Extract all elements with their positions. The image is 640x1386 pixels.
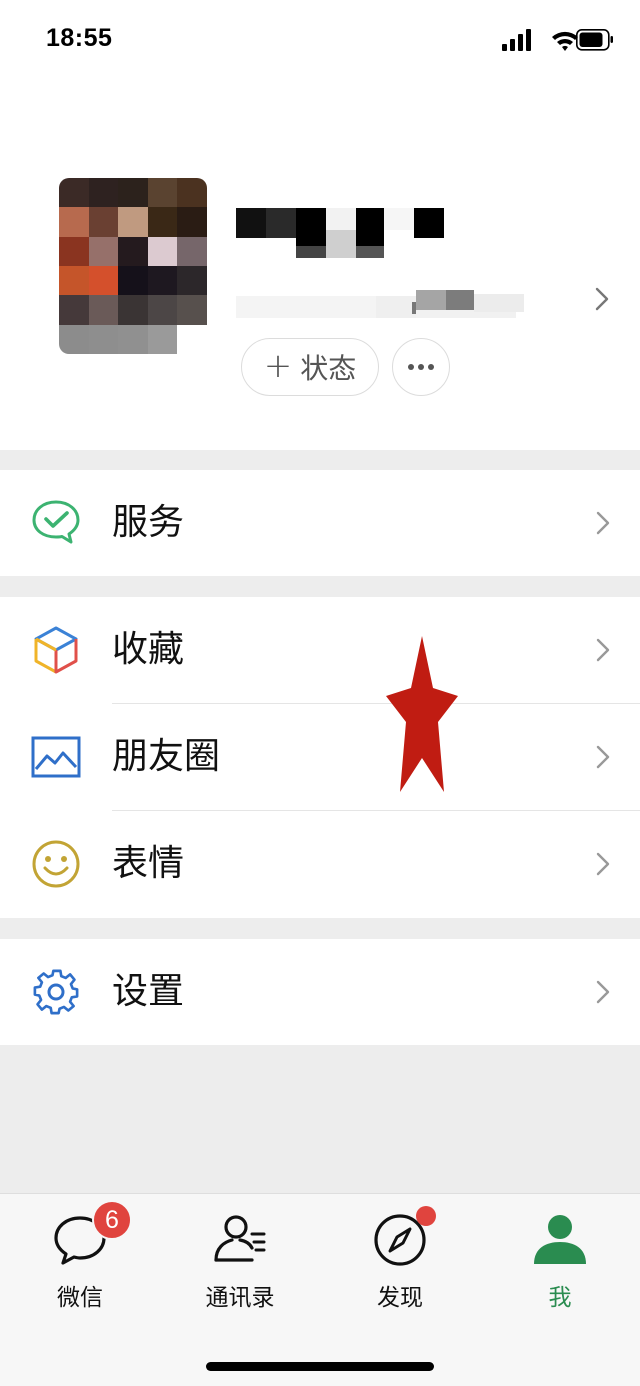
tab-discover[interactable]: 发现 xyxy=(350,1206,450,1312)
menu-item-settings[interactable]: 设置 xyxy=(0,939,640,1045)
avatar-pixel xyxy=(147,236,178,266)
more-button[interactable] xyxy=(392,338,450,396)
avatar-pixel xyxy=(147,295,178,325)
avatar-pixel xyxy=(147,178,178,208)
menu-item-stickers[interactable]: 表情 xyxy=(0,811,640,917)
ellipsis-icon xyxy=(408,364,414,370)
menu-item-label: 设置 xyxy=(112,971,185,1012)
avatar-pixel xyxy=(118,295,148,325)
signal-icon xyxy=(502,29,531,51)
avatar-pixel xyxy=(177,178,207,208)
avatar-pixel xyxy=(118,266,148,296)
wechat-pay-icon xyxy=(32,500,80,544)
person-icon xyxy=(534,1215,586,1264)
menu-item-label: 服务 xyxy=(112,502,185,543)
battery-icon xyxy=(576,29,613,51)
avatar-pixel xyxy=(59,266,89,296)
avatar-pixel xyxy=(177,236,207,266)
settings-section: 设置 xyxy=(0,939,640,1045)
avatar-pixel xyxy=(118,324,148,354)
avatar-pixel xyxy=(177,324,207,354)
plus-icon: + xyxy=(263,345,293,386)
red-star-annotation xyxy=(386,636,458,792)
cube-icon xyxy=(34,626,78,674)
avatar-pixel xyxy=(177,266,207,296)
chevron-right-icon xyxy=(596,638,610,662)
contacts-icon xyxy=(214,1215,266,1262)
status-bar: 18:55 xyxy=(0,0,640,80)
avatar-pixel xyxy=(118,236,148,266)
menu-item-moments[interactable]: 朋友圈 xyxy=(0,704,640,810)
avatar-pixel xyxy=(88,207,119,237)
main-menu-section: 收藏 朋友圈 表情 xyxy=(0,597,640,918)
add-status-label: 状态 xyxy=(300,352,357,385)
tab-label: 通讯录 xyxy=(205,1285,275,1311)
nickname-redacted xyxy=(236,208,444,258)
avatar-pixel xyxy=(59,295,89,325)
tab-contacts[interactable]: 通讯录 xyxy=(190,1212,290,1312)
avatar-pixel xyxy=(147,324,178,354)
status-icons xyxy=(502,28,614,52)
wifi-icon xyxy=(552,31,578,51)
tab-label: 微信 xyxy=(57,1285,103,1311)
avatar-pixel xyxy=(177,207,207,237)
service-section: 服务 xyxy=(0,470,640,576)
image-icon xyxy=(31,736,81,778)
menu-item-label: 朋友圈 xyxy=(112,736,221,777)
chevron-right-icon xyxy=(596,980,610,1004)
avatar-pixel xyxy=(88,236,119,266)
menu-item-favorites[interactable]: 收藏 xyxy=(0,597,640,703)
profile-header[interactable]: + 状态 xyxy=(0,80,640,450)
unread-badge: 6 xyxy=(92,1200,132,1240)
tab-bar: 6 微信 通讯录 发现 我 xyxy=(0,1193,640,1386)
menu-item-label: 表情 xyxy=(112,843,185,884)
profile-chevron-icon xyxy=(595,287,609,311)
avatar-pixel xyxy=(147,207,178,237)
chevron-right-icon xyxy=(596,511,610,535)
chevron-right-icon xyxy=(596,745,610,769)
tab-label: 我 xyxy=(548,1285,572,1311)
avatar-pixel xyxy=(59,236,89,266)
smiley-icon xyxy=(32,840,80,888)
add-status-button[interactable]: + 状态 xyxy=(241,338,379,396)
avatar-pixel xyxy=(88,324,119,354)
avatar-pixel xyxy=(59,207,89,237)
chevron-right-icon xyxy=(596,852,610,876)
home-indicator[interactable] xyxy=(206,1362,434,1371)
avatar-pixel xyxy=(118,178,148,208)
menu-item-service[interactable]: 服务 xyxy=(0,470,640,576)
avatar-pixel xyxy=(147,266,178,296)
gear-icon xyxy=(33,969,79,1015)
menu-item-label: 收藏 xyxy=(112,629,185,670)
new-content-dot xyxy=(416,1206,436,1226)
tab-chats[interactable]: 6 微信 xyxy=(30,1200,132,1312)
wechat-id-redacted xyxy=(236,290,524,318)
avatar-pixel xyxy=(59,178,89,208)
tab-me[interactable]: 我 xyxy=(510,1212,610,1312)
avatar-pixel xyxy=(59,324,89,354)
avatar-pixel xyxy=(88,178,119,208)
avatar[interactable] xyxy=(59,178,207,354)
avatar-pixel xyxy=(177,295,207,325)
avatar-pixel xyxy=(88,295,119,325)
avatar-pixel xyxy=(88,266,119,296)
tab-label: 发现 xyxy=(377,1285,423,1311)
status-time: 18:55 xyxy=(46,24,113,52)
avatar-pixel xyxy=(118,207,148,237)
